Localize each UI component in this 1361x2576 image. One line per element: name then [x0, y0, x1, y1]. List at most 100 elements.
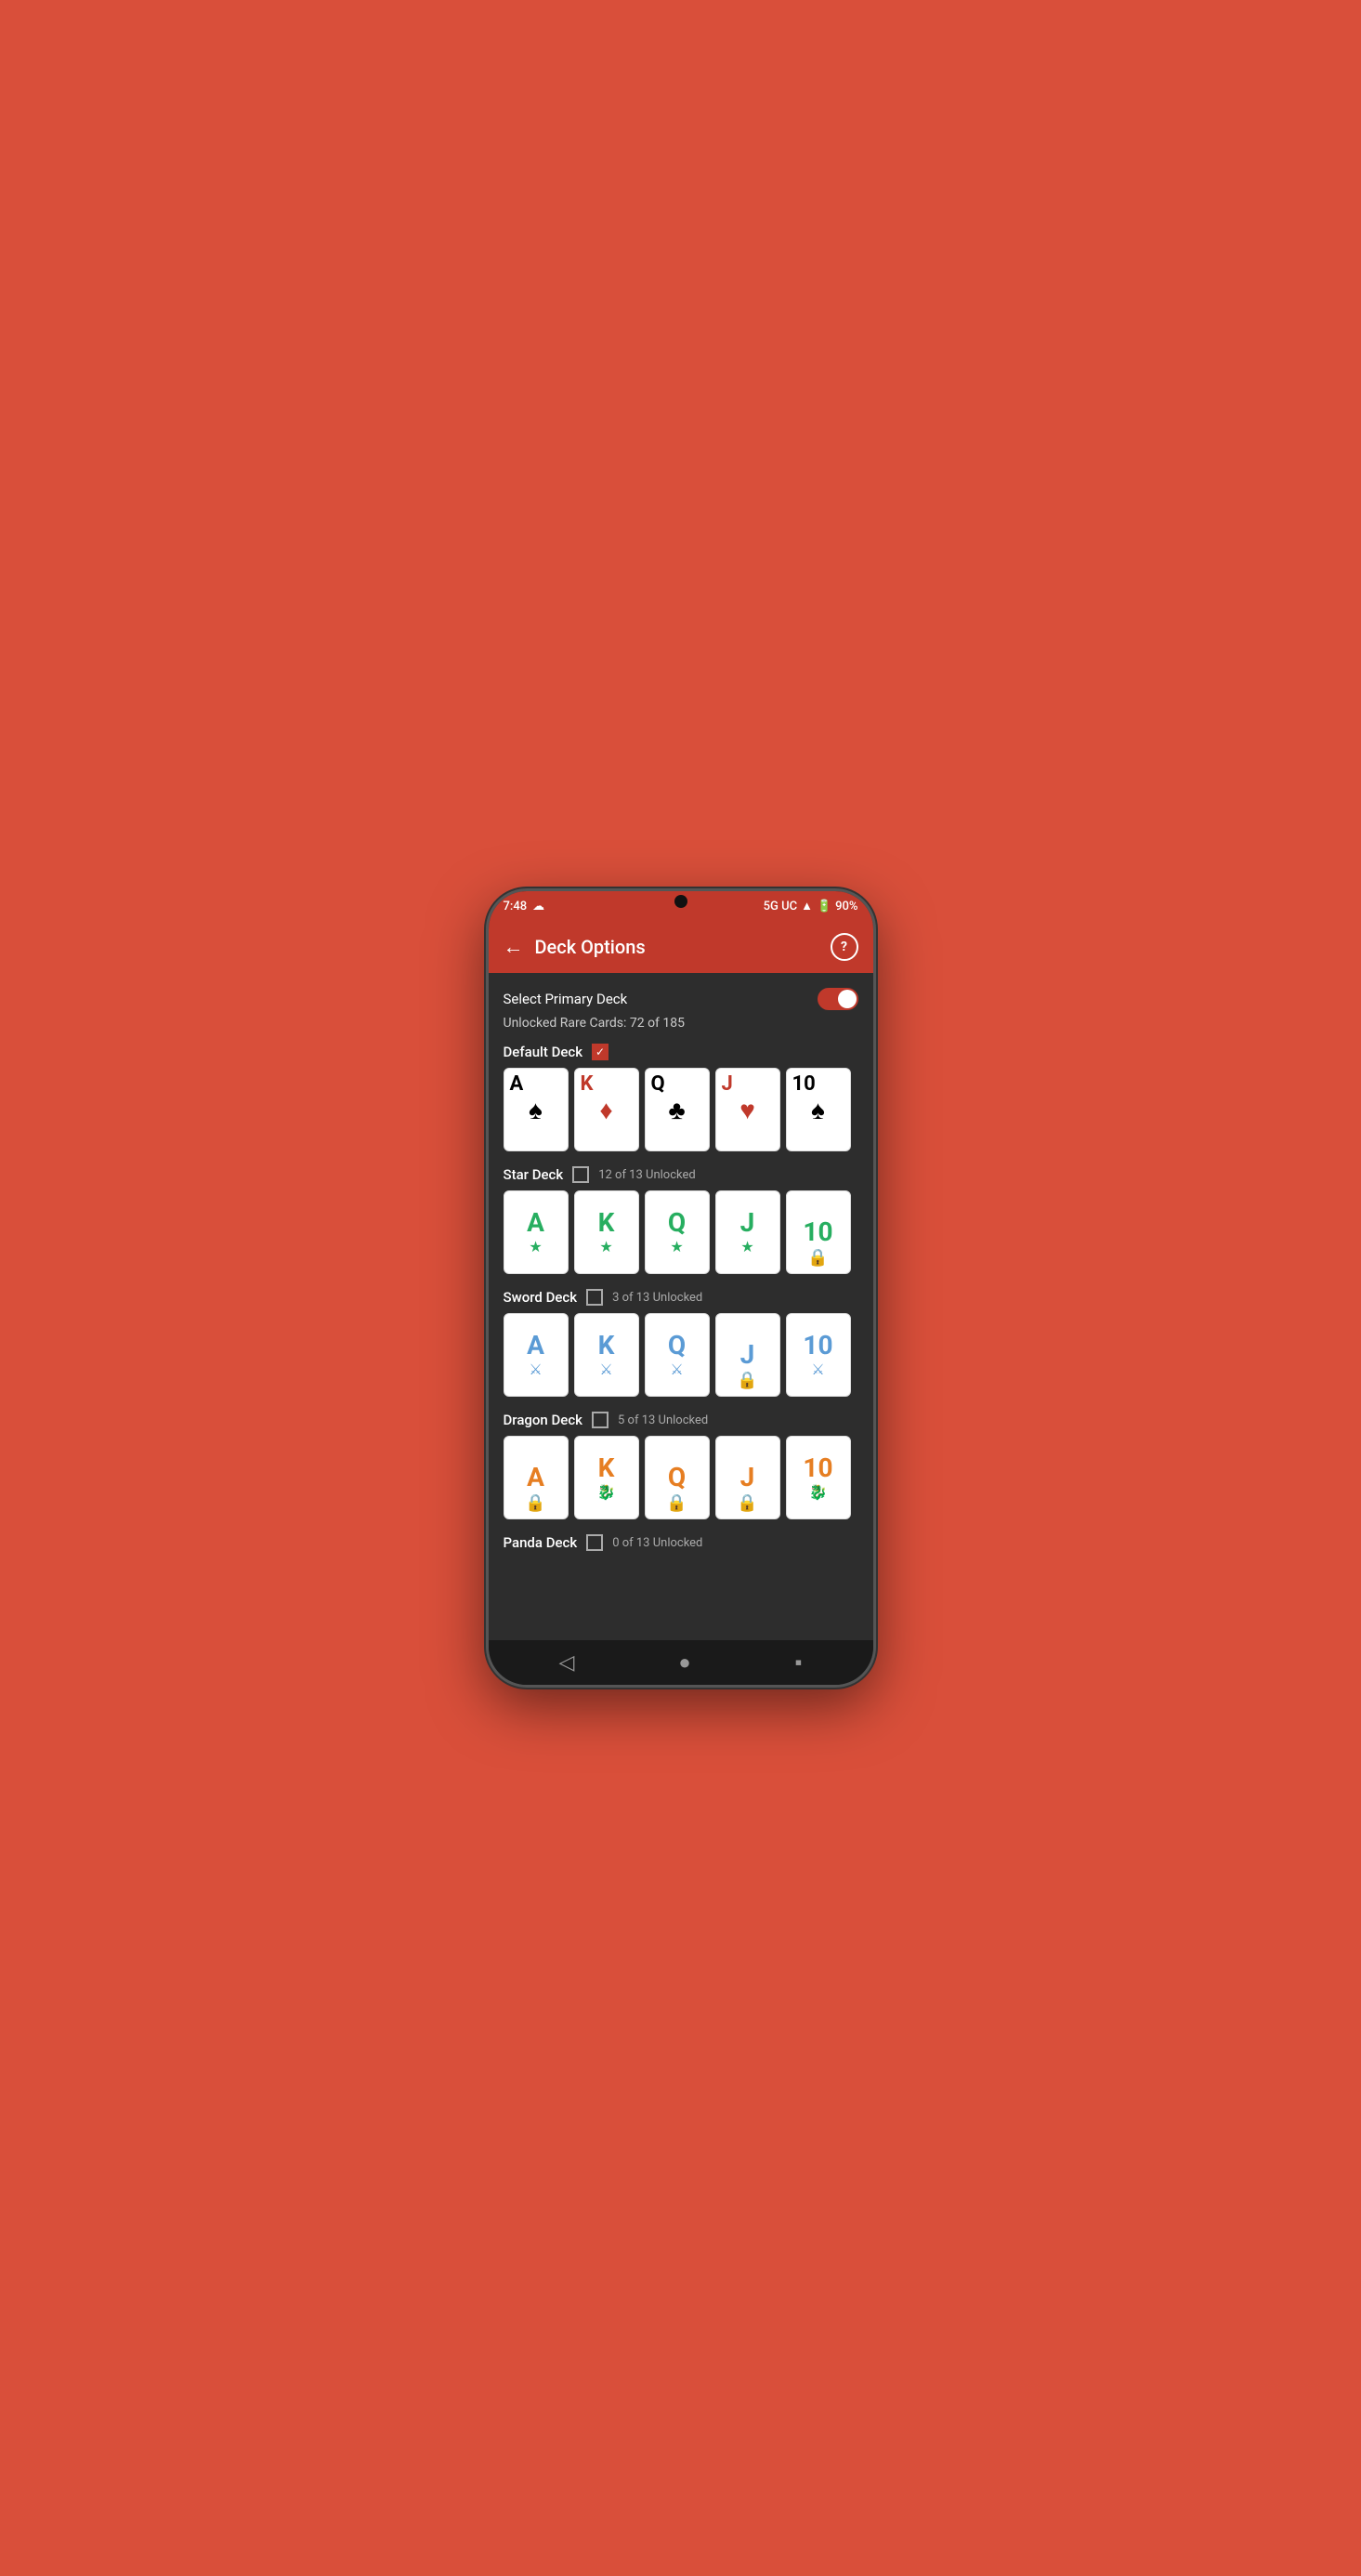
card-centersuit-0-1: ♦	[599, 1095, 612, 1125]
card-symbol-3-4: 🐉	[809, 1483, 828, 1501]
primary-deck-toggle[interactable]	[818, 988, 858, 1010]
card-letter-3-3: J	[740, 1465, 755, 1491]
deck-unlock-count-1: 12 of 13 Unlocked	[598, 1168, 696, 1182]
card-letter-3-4: 10	[803, 1455, 832, 1481]
deck-name-3: Dragon Deck	[504, 1412, 583, 1428]
deck-unlock-count-2: 3 of 13 Unlocked	[612, 1291, 702, 1305]
phone-frame: 7:48 ☁ 5G UC ▲ 🔋 90% ← Deck Options ? Se…	[486, 888, 876, 1688]
cloud-icon: ☁	[532, 900, 544, 913]
deck-name-4: Panda Deck	[504, 1534, 578, 1551]
cards-row-1: A★K★Q★J★10🔒	[504, 1190, 858, 1274]
nav-back-icon[interactable]: ◁	[558, 1651, 574, 1675]
unlocked-rare-text: Unlocked Rare Cards: 72 of 185	[504, 1016, 858, 1031]
card-symbol-2-0: ⚔	[529, 1360, 542, 1378]
primary-deck-label: Select Primary Deck	[504, 991, 628, 1007]
card-lock-icon-3-3: 🔒	[737, 1493, 757, 1513]
deck-unlock-count-3: 5 of 13 Unlocked	[618, 1413, 708, 1427]
deck-checkbox-0[interactable]	[592, 1044, 609, 1060]
deck-header-2: Sword Deck 3 of 13 Unlocked	[504, 1289, 858, 1306]
card-symbol-1-2: ★	[670, 1238, 683, 1255]
primary-deck-row: Select Primary Deck	[504, 988, 858, 1010]
camera-notch	[674, 895, 687, 908]
card-letter-2-3: J	[740, 1342, 755, 1368]
card-centersuit-0-4: ♠	[811, 1095, 825, 1125]
deck-header-1: Star Deck 12 of 13 Unlocked	[504, 1166, 858, 1183]
battery-percent: 90%	[835, 900, 857, 913]
card-3-3: J🔒	[715, 1436, 780, 1519]
card-symbol-1-0: ★	[529, 1238, 542, 1255]
deck-section-4: Panda Deck 0 of 13 Unlocked	[504, 1534, 858, 1551]
card-centersuit-0-0: ♠	[529, 1095, 543, 1125]
card-3-2: Q🔒	[645, 1436, 710, 1519]
decks-container: Default DeckA♠K♦Q♣J♥10♠Star Deck12 of 13…	[504, 1044, 858, 1551]
card-letter-1-1: K	[598, 1210, 615, 1236]
card-0-3: J♥	[715, 1068, 780, 1151]
status-bar-right: 5G UC ▲ 🔋 90%	[764, 899, 858, 913]
card-0-1: K♦	[574, 1068, 639, 1151]
card-letter-1-3: J	[740, 1210, 755, 1236]
card-symbol-1-3: ★	[740, 1238, 753, 1255]
deck-name-2: Sword Deck	[504, 1289, 578, 1306]
battery-icon: 🔋	[817, 900, 831, 913]
card-letter-2-0: A	[527, 1333, 544, 1359]
card-topletter-0-2: Q	[651, 1072, 665, 1096]
card-topletter-0-3: J	[722, 1072, 733, 1096]
card-centersuit-0-2: ♣	[668, 1095, 685, 1125]
deck-checkbox-4[interactable]	[586, 1534, 603, 1551]
network-label: 5G UC	[764, 900, 797, 913]
status-bar-left: 7:48 ☁	[504, 900, 545, 913]
card-letter-2-1: K	[598, 1333, 615, 1359]
deck-checkbox-1[interactable]	[572, 1166, 589, 1183]
deck-checkbox-2[interactable]	[586, 1289, 603, 1306]
deck-header-0: Default Deck	[504, 1044, 858, 1060]
card-letter-3-0: A	[527, 1465, 544, 1491]
card-2-0: A⚔	[504, 1313, 569, 1397]
card-0-2: Q♣	[645, 1068, 710, 1151]
deck-name-1: Star Deck	[504, 1166, 564, 1183]
status-bar: 7:48 ☁ 5G UC ▲ 🔋 90%	[489, 891, 873, 921]
card-3-1: K🐉	[574, 1436, 639, 1519]
card-lock-icon-3-2: 🔒	[666, 1493, 687, 1513]
help-button[interactable]: ?	[831, 933, 858, 961]
card-3-4: 10 🐉	[786, 1436, 851, 1519]
card-symbol-3-1: 🐉	[597, 1483, 616, 1501]
card-symbol-2-4: ⚔	[811, 1360, 824, 1378]
card-letter-3-1: K	[598, 1455, 615, 1481]
deck-checkbox-3[interactable]	[592, 1412, 609, 1428]
page-title: Deck Options	[535, 936, 831, 958]
app-bar: ← Deck Options ?	[489, 921, 873, 973]
card-3-0: A🔒	[504, 1436, 569, 1519]
card-2-3: J🔒	[715, 1313, 780, 1397]
card-letter-2-4: 10	[803, 1333, 832, 1359]
back-button[interactable]: ←	[504, 935, 524, 959]
deck-name-0: Default Deck	[504, 1044, 583, 1060]
signal-icon: ▲	[801, 899, 813, 913]
cards-row-2: A⚔K⚔Q⚔J🔒10⚔	[504, 1313, 858, 1397]
nav-recents-icon[interactable]: ▪	[795, 1650, 803, 1675]
card-1-3: J★	[715, 1190, 780, 1274]
card-lock-icon-1-4: 🔒	[807, 1248, 828, 1268]
deck-unlock-count-4: 0 of 13 Unlocked	[612, 1536, 702, 1550]
card-letter-2-2: Q	[668, 1333, 686, 1359]
card-letter-3-2: Q	[668, 1465, 686, 1491]
card-letter-1-0: A	[527, 1210, 544, 1236]
card-symbol-2-1: ⚔	[599, 1360, 612, 1378]
card-symbol-1-1: ★	[599, 1238, 612, 1255]
content-area: Select Primary Deck Unlocked Rare Cards:…	[489, 973, 873, 1640]
card-1-1: K★	[574, 1190, 639, 1274]
nav-home-icon[interactable]: ●	[678, 1650, 690, 1675]
cards-row-3: A🔒K🐉Q🔒J🔒10🐉	[504, 1436, 858, 1519]
card-0-4: 10♠	[786, 1068, 851, 1151]
card-2-1: K⚔	[574, 1313, 639, 1397]
deck-section-0: Default DeckA♠K♦Q♣J♥10♠	[504, 1044, 858, 1151]
deck-section-2: Sword Deck3 of 13 UnlockedA⚔K⚔Q⚔J🔒10⚔	[504, 1289, 858, 1397]
card-letter-1-2: Q	[668, 1210, 686, 1236]
card-1-2: Q★	[645, 1190, 710, 1274]
deck-section-1: Star Deck12 of 13 UnlockedA★K★Q★J★10🔒	[504, 1166, 858, 1274]
card-lock-icon-2-3: 🔒	[737, 1371, 757, 1390]
card-2-4: 10⚔	[786, 1313, 851, 1397]
deck-header-4: Panda Deck 0 of 13 Unlocked	[504, 1534, 858, 1551]
card-1-4: 10🔒	[786, 1190, 851, 1274]
card-topletter-0-4: 10	[792, 1072, 816, 1096]
card-lock-icon-3-0: 🔒	[525, 1493, 545, 1513]
